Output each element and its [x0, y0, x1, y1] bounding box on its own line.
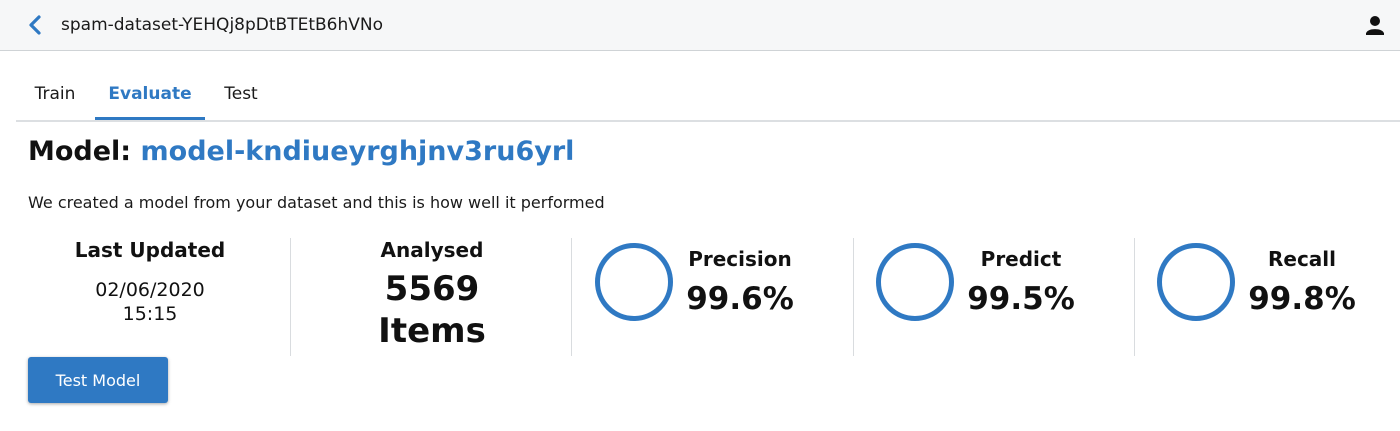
- last-updated-date: 02/06/2020: [95, 279, 205, 301]
- predict-ring-icon: [876, 243, 954, 321]
- back-button[interactable]: [26, 14, 46, 36]
- divider: [571, 238, 572, 356]
- tab-test[interactable]: Test: [206, 72, 276, 118]
- analysed-unit: Items: [378, 311, 486, 351]
- tab-bar: Train Evaluate Test: [16, 72, 1400, 122]
- last-updated-time: 15:15: [122, 303, 178, 325]
- analysed-count: 5569: [384, 269, 480, 309]
- page-title: Model: model-kndiueyrghjnv3ru6yrl: [28, 136, 574, 167]
- analysed-label: Analysed: [380, 238, 484, 262]
- user-menu-button[interactable]: [1364, 14, 1386, 36]
- precision-label: Precision: [688, 247, 792, 271]
- tab-evaluate[interactable]: Evaluate: [95, 72, 205, 120]
- divider: [853, 238, 854, 356]
- model-name: model-kndiueyrghjnv3ru6yrl: [140, 136, 575, 167]
- predict-value: 99.5%: [967, 281, 1075, 317]
- precision-value: 99.6%: [686, 281, 794, 317]
- last-updated-label: Last Updated: [74, 238, 226, 262]
- predict-label: Predict: [980, 247, 1062, 271]
- recall-label: Recall: [1267, 247, 1337, 271]
- user-icon: [1366, 16, 1384, 35]
- dataset-title: spam-dataset-YEHQj8pDtBTEtB6hVNo: [61, 15, 383, 35]
- top-bar: spam-dataset-YEHQj8pDtBTEtB6hVNo: [0, 0, 1400, 51]
- model-description: We created a model from your dataset and…: [28, 193, 605, 212]
- divider: [1134, 238, 1135, 356]
- chevron-left-icon: [29, 15, 41, 35]
- divider: [290, 238, 291, 356]
- recall-ring-icon: [1157, 243, 1235, 321]
- test-model-button[interactable]: Test Model: [28, 357, 168, 403]
- analysed-block: Analysed 5569 Items: [292, 238, 572, 356]
- tab-train[interactable]: Train: [16, 72, 94, 118]
- last-updated-block: Last Updated 02/06/2020 15:15: [40, 238, 260, 356]
- model-label: Model:: [28, 136, 132, 167]
- precision-ring-icon: [595, 243, 673, 321]
- recall-value: 99.8%: [1248, 281, 1356, 317]
